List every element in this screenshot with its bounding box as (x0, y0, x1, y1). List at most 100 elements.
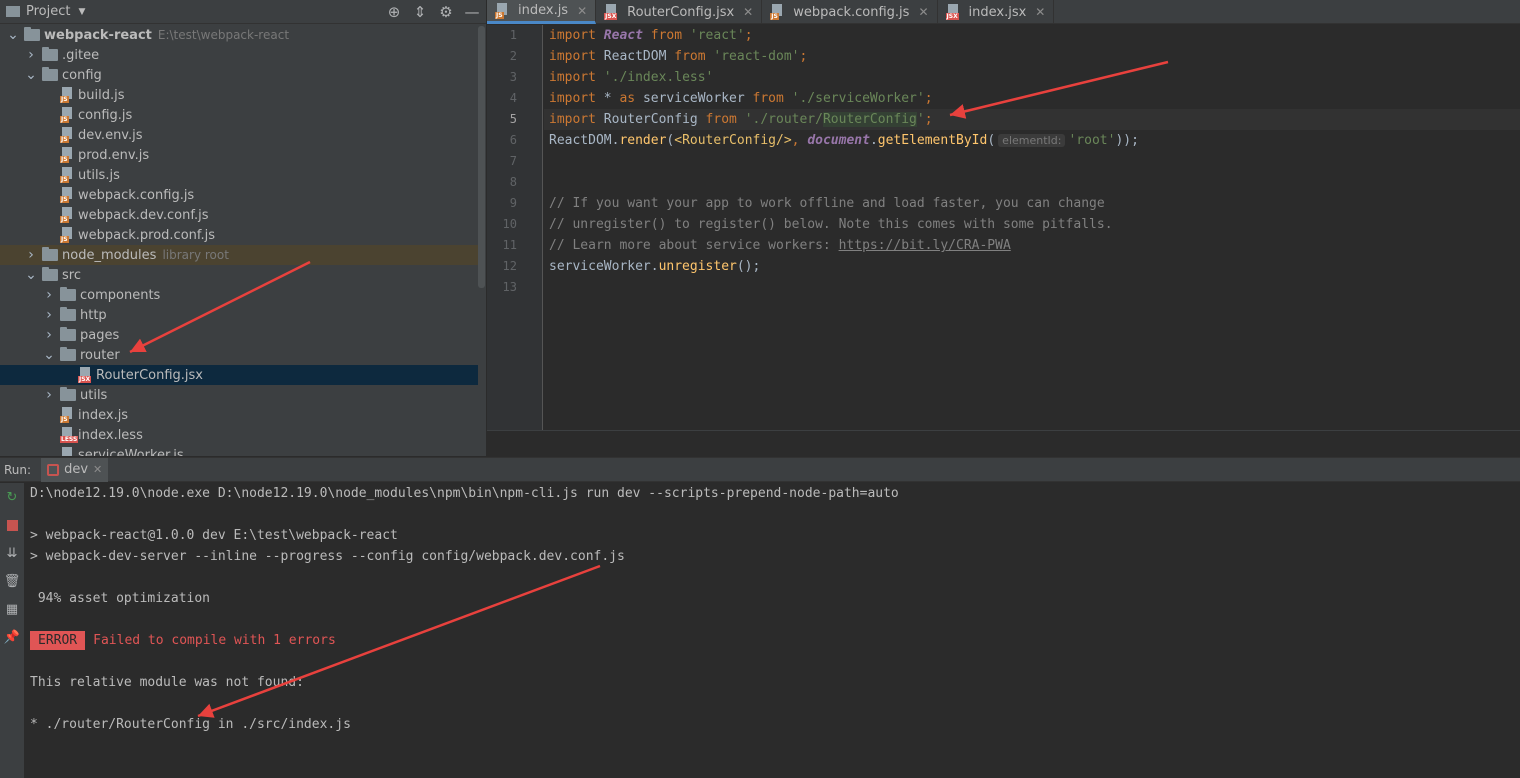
pin-icon[interactable]: 📌 (4, 629, 20, 645)
line-number: 6 (509, 133, 517, 147)
tree-folder[interactable]: › utils (0, 385, 478, 405)
chevron-right-icon[interactable]: › (42, 327, 56, 343)
line-number: 11 (502, 238, 517, 252)
folder-icon (42, 47, 58, 61)
gear-icon[interactable]: ⚙ (438, 3, 454, 21)
tree-file[interactable]: webpack.dev.conf.js (0, 205, 478, 225)
console-text: This relative module was not found: (30, 675, 304, 690)
code-token: 'root' (1068, 133, 1116, 148)
tree-file[interactable]: utils.js (0, 165, 478, 185)
tree-item-label: prod.env.js (78, 147, 150, 163)
folder-icon (60, 307, 76, 321)
tree-file[interactable]: dev.env.js (0, 125, 478, 145)
chevron-right-icon[interactable]: › (24, 247, 38, 263)
target-icon[interactable]: ⊕ (386, 3, 402, 21)
run-tab-dev[interactable]: dev ✕ (41, 457, 109, 482)
code-token: ; (744, 28, 753, 43)
chevron-down-icon[interactable]: ⌄ (42, 347, 56, 363)
tree-file[interactable]: webpack.config.js (0, 185, 478, 205)
folder-icon (60, 327, 76, 341)
code-token: from (666, 49, 714, 64)
project-scrollbar[interactable] (478, 26, 485, 288)
line-number: 7 (509, 154, 517, 168)
tree-file[interactable]: config.js (0, 105, 478, 125)
error-badge: ERROR (30, 631, 86, 650)
tree-item-label: node_modules (62, 247, 157, 263)
editor-tab[interactable]: RouterConfig.jsx ✕ (596, 0, 763, 24)
editor-tab[interactable]: index.js ✕ (487, 0, 597, 24)
console-output[interactable]: D:\node12.19.0\node.exe D:\node12.19.0\n… (30, 483, 1520, 778)
code-line: // unregister() to register() below. Not… (544, 214, 1520, 235)
chevron-right-icon[interactable]: › (42, 307, 56, 323)
tree-file[interactable]: build.js (0, 85, 478, 105)
file-icon (604, 4, 618, 20)
editor-tab[interactable]: index.jsx ✕ (938, 0, 1055, 24)
close-icon[interactable]: ✕ (1035, 5, 1045, 19)
trash-icon[interactable]: 🗑 (4, 573, 21, 589)
chevron-right-icon[interactable]: › (42, 387, 56, 403)
code-token: unregister (658, 259, 737, 274)
editor-tab-label: RouterConfig.jsx (627, 4, 735, 20)
tree-folder[interactable]: › .gitee (0, 45, 478, 65)
chevron-down-icon[interactable]: ⌄ (24, 67, 38, 83)
chevron-right-icon[interactable]: › (42, 287, 56, 303)
chevron-right-icon[interactable]: › (24, 47, 38, 63)
code-line-text: ReactDOM.render (<RouterConfig/>, documen… (544, 130, 1139, 151)
code-token: ; (924, 91, 933, 106)
tree-file[interactable]: prod.env.js (0, 145, 478, 165)
chevron-down-icon[interactable]: ⌄ (6, 27, 20, 43)
code-line (544, 151, 1520, 172)
code-token: <RouterConfig/> (674, 133, 792, 148)
tree-file[interactable]: index.less (0, 425, 478, 445)
console-line: > webpack-dev-server --inline --progress… (30, 546, 1520, 567)
tree-folder[interactable]: ⌄ webpack-react E:\test\webpack-react (0, 25, 478, 45)
folder-icon (42, 247, 58, 261)
file-icon (60, 107, 74, 123)
tree-item-label: utils (80, 387, 108, 403)
tree-file[interactable]: serviceWorker.js (0, 445, 478, 456)
line-number: 10 (502, 217, 517, 231)
collapse-icon[interactable]: ⇕ (412, 3, 428, 21)
line-number: 5 (509, 112, 517, 126)
tree-folder[interactable]: › http (0, 305, 478, 325)
tree-file[interactable]: webpack.prod.conf.js (0, 225, 478, 245)
tree-item-label: pages (80, 327, 120, 343)
tree-folder[interactable]: ⌄ src (0, 265, 478, 285)
close-icon[interactable]: ✕ (93, 463, 102, 476)
close-icon[interactable]: ✕ (577, 4, 587, 18)
folder-icon (60, 287, 76, 301)
run-toolbar: ↻ ⇊ 🗑 ▦ 📌 (0, 483, 24, 778)
scroll-to-end-icon[interactable]: ⇊ (4, 545, 20, 561)
tree-folder[interactable]: › node_modules library root (0, 245, 478, 265)
tree-folder[interactable]: ⌄ router (0, 345, 478, 365)
console-line: D:\node12.19.0\node.exe D:\node12.19.0\n… (30, 483, 1520, 504)
code-token: )); (1115, 133, 1139, 148)
tree-folder[interactable]: › pages (0, 325, 478, 345)
tree-item-path: library root (162, 248, 229, 262)
code-area[interactable]: import React from 'react'; import ReactDO… (544, 25, 1520, 430)
run-tab-label: dev (64, 462, 89, 477)
tree-folder[interactable]: › components (0, 285, 478, 305)
project-view-selector[interactable]: Project ▼ (6, 4, 85, 19)
tree-file[interactable]: index.js (0, 405, 478, 425)
close-icon[interactable]: ✕ (743, 5, 753, 19)
chevron-down-icon[interactable]: ⌄ (24, 267, 38, 283)
tree-folder[interactable]: ⌄ config (0, 65, 478, 85)
folder-icon (24, 27, 40, 41)
rerun-icon[interactable]: ↻ (4, 489, 20, 505)
run-panel: Run: dev ✕ ↻ ⇊ 🗑 ▦ 📌 D:\node12.19.0\node… (0, 457, 1520, 778)
code-line: // Learn more about service workers: htt… (544, 235, 1520, 256)
run-panel-header: Run: dev ✕ (0, 457, 1520, 482)
line-number: 9 (509, 196, 517, 210)
console-line: * ./router/RouterConfig in ./src/index.j… (30, 714, 1520, 735)
tree-item-label: RouterConfig.jsx (96, 367, 204, 383)
tree-file[interactable]: RouterConfig.jsx (0, 365, 478, 385)
editor-tab[interactable]: webpack.config.js ✕ (762, 0, 938, 24)
tree-item-label: components (80, 287, 161, 303)
layout-icon[interactable]: ▦ (4, 601, 20, 617)
minimize-icon[interactable]: — (464, 3, 480, 21)
stop-icon[interactable] (4, 517, 20, 533)
close-icon[interactable]: ✕ (918, 5, 928, 19)
code-link[interactable]: https://bit.ly/CRA-PWA (839, 238, 1011, 253)
